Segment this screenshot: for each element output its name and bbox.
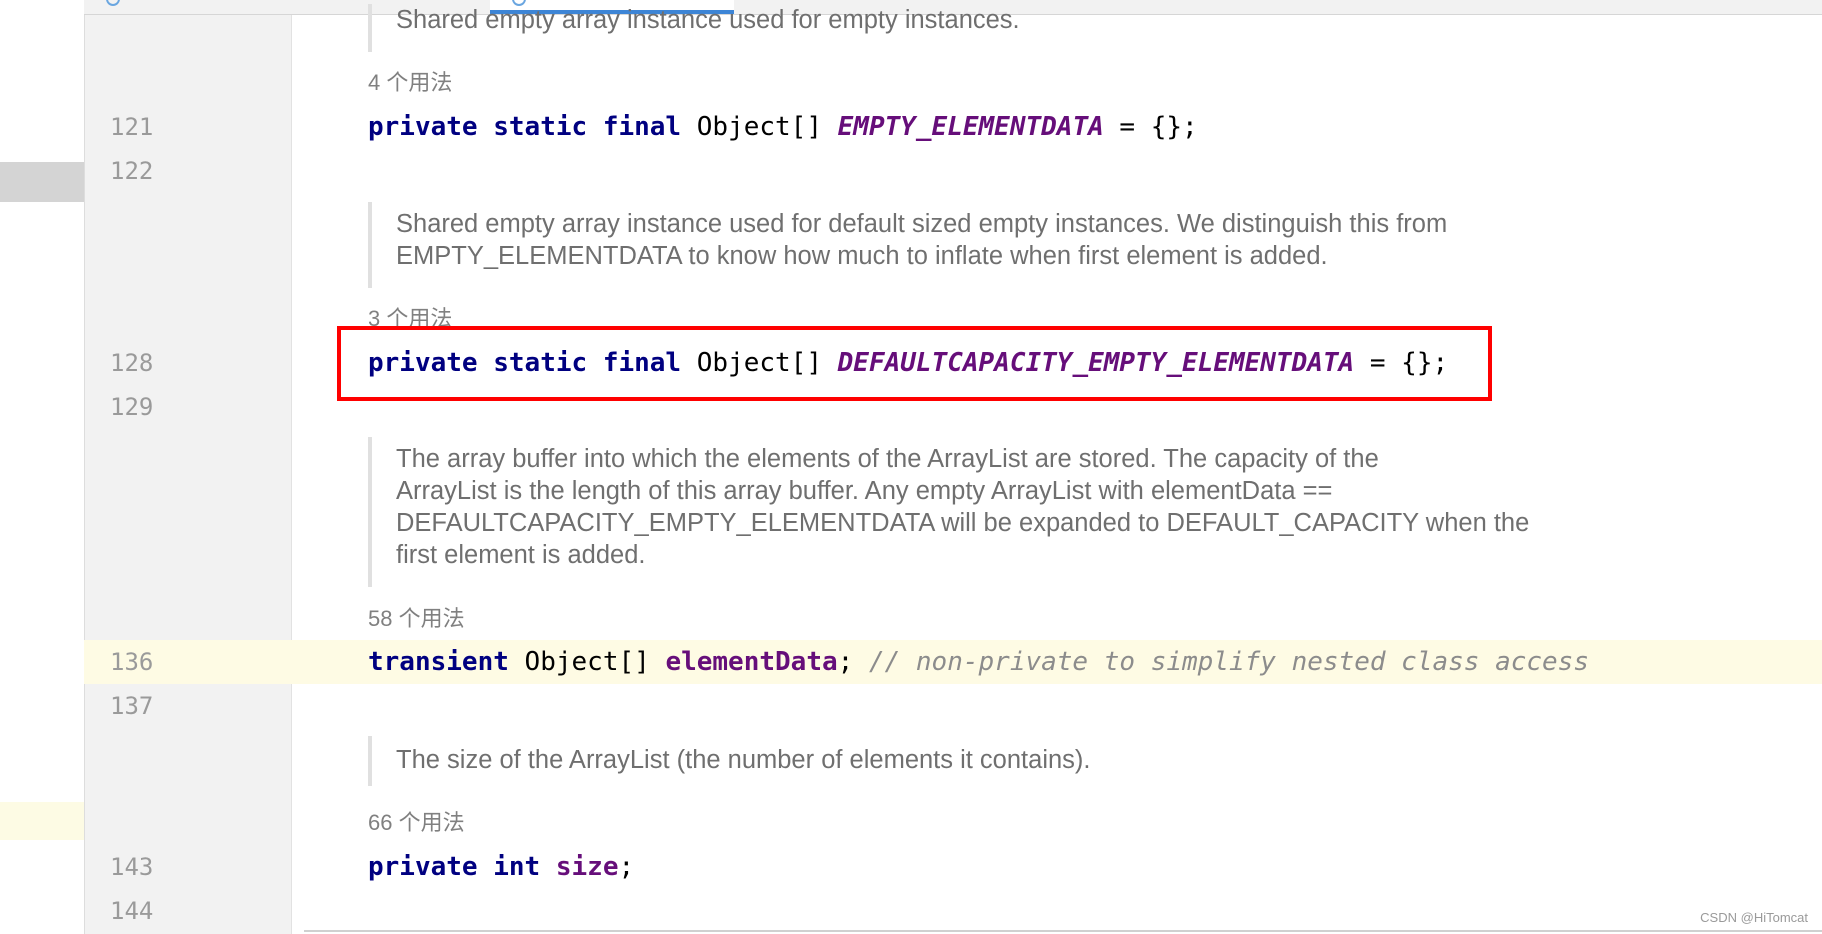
watermark: CSDN @HiTomcat xyxy=(1700,910,1808,925)
keyword: final xyxy=(602,112,682,142)
javadoc-text: first element is added. xyxy=(396,541,646,569)
file-icon[interactable] xyxy=(106,0,120,6)
usages-hint[interactable]: 3 个用法 xyxy=(368,304,452,326)
field-name: elementData xyxy=(665,647,838,677)
javadoc-block[interactable]: Shared empty array instance used for emp… xyxy=(368,4,1020,52)
usages-hint[interactable]: 4 个用法 xyxy=(368,68,452,98)
gutter-marker-gray xyxy=(0,162,84,202)
code-line-136[interactable]: transient Object[] elementData; // non-p… xyxy=(368,640,1589,684)
javadoc-block[interactable]: The array buffer into which the elements… xyxy=(368,437,1529,587)
line-number: 143 xyxy=(110,853,154,881)
code-line-121[interactable]: private static final Object[] EMPTY_ELEM… xyxy=(368,105,1198,149)
javadoc-text: Shared empty array instance used for def… xyxy=(396,210,1448,238)
javadoc-text: The size of the ArrayList (the number of… xyxy=(396,746,1091,774)
line-number: 136 xyxy=(110,648,154,676)
tool-window-strip xyxy=(0,0,84,934)
gutter-marker-yellow xyxy=(0,802,84,840)
keyword: static xyxy=(493,112,588,142)
keyword: int xyxy=(493,852,541,882)
line-number: 137 xyxy=(110,692,154,720)
code-line-143[interactable]: private int size; xyxy=(368,845,634,889)
line-number: 128 xyxy=(110,349,154,377)
usages-hint[interactable]: 66 个用法 xyxy=(368,808,465,838)
field-name: EMPTY_ELEMENTDATA xyxy=(837,112,1104,142)
javadoc-text: The array buffer into which the elements… xyxy=(396,445,1379,473)
field-name: size xyxy=(555,852,619,882)
type-name: Object[] xyxy=(524,647,650,677)
javadoc-block[interactable]: The size of the ArrayList (the number of… xyxy=(368,736,1091,786)
javadoc-text: Shared empty array instance used for emp… xyxy=(396,6,1020,34)
semicolon: ; xyxy=(837,647,854,677)
usages-hint[interactable]: 58 个用法 xyxy=(368,604,465,634)
javadoc-text: EMPTY_ELEMENTDATA to know how much to in… xyxy=(396,242,1328,270)
type-name: Object[] xyxy=(696,112,822,142)
javadoc-text: ArrayList is the length of this array bu… xyxy=(396,477,1333,505)
code-rest: = {}; xyxy=(1119,112,1198,142)
line-number: 121 xyxy=(110,113,154,141)
keyword: private xyxy=(368,112,478,142)
keyword: private xyxy=(368,852,478,882)
line-number: 129 xyxy=(110,393,154,421)
code-comment: // non-private to simplify nested class … xyxy=(868,647,1589,677)
line-number: 144 xyxy=(110,897,154,925)
line-number: 122 xyxy=(110,157,154,185)
javadoc-text: DEFAULTCAPACITY_EMPTY_ELEMENTDATA will b… xyxy=(396,509,1530,537)
javadoc-block[interactable]: Shared empty array instance used for def… xyxy=(368,202,1447,288)
red-highlight-box xyxy=(337,326,1492,401)
keyword: transient xyxy=(368,647,509,677)
editor-bottom-border xyxy=(304,930,1822,932)
semicolon: ; xyxy=(618,852,635,882)
